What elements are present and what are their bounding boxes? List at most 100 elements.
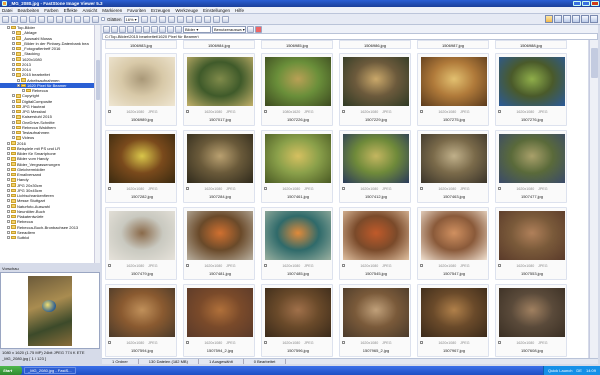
back-icon[interactable]	[11, 15, 18, 23]
thumbnail-tile[interactable]: 1620x1080 JPEG 1507479.jpg	[105, 207, 177, 280]
browser-view-icon[interactable]	[545, 15, 553, 23]
bird-photo[interactable]	[421, 288, 487, 337]
tree-item[interactable]: Sutblol	[0, 235, 99, 240]
preview-image[interactable]	[28, 275, 72, 346]
sort-icon[interactable]	[175, 25, 182, 33]
bird-photo[interactable]	[265, 57, 331, 106]
thumbnail-view-icon[interactable]	[554, 15, 562, 23]
smooth-checkbox[interactable]	[101, 17, 105, 21]
bird-photo[interactable]	[187, 134, 253, 183]
expand-icon[interactable]	[7, 209, 10, 213]
thumbnail-tile[interactable]: 1620x1080 JPEG 1507463.jpg	[417, 130, 489, 203]
close-button[interactable]	[591, 1, 599, 6]
rotate-left-icon[interactable]	[29, 15, 36, 23]
zoom-select[interactable]: 16% ▾	[123, 15, 139, 23]
expand-icon[interactable]	[7, 230, 10, 234]
refresh-icon[interactable]	[111, 25, 118, 33]
thumbnail-tile[interactable]: 1620x1080 JPEG 1507412.jpg	[339, 130, 411, 203]
expand-icon[interactable]	[17, 78, 20, 82]
layout-icon[interactable]	[581, 15, 589, 23]
expand-icon[interactable]	[7, 220, 10, 224]
print-icon[interactable]	[74, 15, 81, 23]
thumbnail-tile[interactable]: 1620x1080 JPEG 1506989.jpg	[105, 53, 177, 126]
expand-icon[interactable]	[7, 183, 10, 187]
expand-icon[interactable]	[12, 125, 15, 129]
menu-datei[interactable]: Datei	[2, 8, 13, 13]
menu-markieren[interactable]: Markieren	[102, 8, 122, 13]
thumbnail-tile[interactable]: 1506988.jpg	[495, 40, 567, 49]
thumbnail-tile[interactable]: 1506985.jpg	[261, 40, 333, 49]
bird-photo[interactable]	[343, 288, 409, 337]
user-filter-select[interactable]: Benutzerauswa ▾	[212, 25, 246, 33]
bird-photo[interactable]	[265, 134, 331, 183]
delete-icon[interactable]	[143, 25, 150, 33]
select-all-icon[interactable]	[159, 25, 166, 33]
bird-photo[interactable]	[499, 211, 565, 260]
expand-icon[interactable]	[12, 36, 15, 40]
resize-icon[interactable]	[167, 15, 175, 23]
copy-to-icon[interactable]	[127, 25, 134, 33]
expand-icon[interactable]	[12, 131, 15, 135]
language-indicator[interactable]: DE	[576, 368, 582, 373]
menu-farben[interactable]: Farben	[44, 8, 58, 13]
thumbnail-tile[interactable]: 1620x1080 JPEG 1507477.jpg	[495, 130, 567, 203]
thumbnail-tile[interactable]: 1506986.jpg	[339, 40, 411, 49]
slideshow-icon[interactable]	[56, 15, 63, 23]
taskbar-app[interactable]: _MG_2080.jpg - FastS...	[24, 367, 76, 374]
menu-effekte[interactable]: Effekte	[64, 8, 78, 13]
menu-einstellungen[interactable]: Einstellungen	[203, 8, 230, 13]
expand-icon[interactable]	[12, 47, 15, 51]
filter-select[interactable]: Bilder ▾	[183, 25, 211, 33]
rotate-right-icon[interactable]	[38, 15, 45, 23]
bird-photo[interactable]	[109, 288, 175, 337]
expand-icon[interactable]	[7, 141, 10, 145]
expand-icon[interactable]	[12, 136, 15, 140]
thumbnail-size-icon[interactable]	[167, 25, 174, 33]
expand-icon[interactable]	[7, 157, 10, 161]
thumbnail-tile[interactable]: 1620x1080 JPEG 1507284.jpg	[183, 130, 255, 203]
expand-icon[interactable]	[7, 194, 10, 198]
expand-icon[interactable]	[12, 52, 15, 56]
compare-icon[interactable]	[212, 15, 220, 23]
bird-photo[interactable]	[187, 211, 253, 260]
thumbnail-tile[interactable]: 1620x1080 JPEG 1507547.jpg	[417, 207, 489, 280]
thumbnail-tile[interactable]: 1620x1080 JPEG 1507282.jpg	[105, 130, 177, 203]
expand-icon[interactable]	[7, 188, 10, 192]
thumbnail-tile[interactable]: 1080x1620 JPEG 1507226.jpg	[261, 53, 333, 126]
tree-scrollbar[interactable]	[94, 25, 100, 263]
bird-photo[interactable]	[499, 134, 565, 183]
expand-icon[interactable]	[7, 204, 10, 208]
expand-icon[interactable]	[12, 41, 15, 45]
zoom-in-icon[interactable]	[83, 15, 90, 23]
crop-icon[interactable]	[158, 15, 166, 23]
thumbnail-tile[interactable]: 1620x1080 JPEG 1507229.jpg	[339, 53, 411, 126]
menu-bearbeiten[interactable]: Bearbeiten	[18, 8, 40, 13]
thumbnail-tile[interactable]: 1620x1080 JPEG 1507461.jpg	[261, 130, 333, 203]
thumbnail-tile[interactable]: 1620x1080 JPEG 1507967.jpg	[417, 284, 489, 357]
expand-icon[interactable]	[7, 26, 10, 30]
expand-icon[interactable]	[12, 94, 15, 98]
expand-icon[interactable]	[7, 178, 10, 182]
menu-ansicht[interactable]: Ansicht	[83, 8, 98, 13]
expand-icon[interactable]	[7, 236, 10, 240]
bird-photo[interactable]	[109, 134, 175, 183]
zoom-out-icon[interactable]	[92, 15, 99, 23]
thumbnail-tile[interactable]: 1620x1080 JPEG 1507596.jpg	[261, 284, 333, 357]
path-bar[interactable]: C:\Top-Bilder\2015 bearbeitet\1620 Pixel…	[102, 33, 598, 40]
apply-filter-icon[interactable]	[247, 25, 254, 33]
thumbnail-tile[interactable]: 1620x1080 JPEG 1507545.jpg	[339, 207, 411, 280]
bird-photo[interactable]	[265, 211, 331, 260]
bird-photo[interactable]	[109, 211, 175, 260]
thumbnail-tile[interactable]: 1506987.jpg	[417, 40, 489, 49]
bird-photo[interactable]	[421, 211, 487, 260]
bird-photo[interactable]	[343, 211, 409, 260]
thumbnail-tile[interactable]: 1620x1080 JPEG 1507275.jpg	[417, 53, 489, 126]
bird-photo[interactable]	[421, 57, 487, 106]
expand-icon[interactable]	[7, 199, 10, 203]
expand-icon[interactable]	[7, 152, 10, 156]
email-icon[interactable]	[65, 15, 72, 23]
expand-icon[interactable]	[7, 162, 10, 166]
quick-launch-label[interactable]: Quick Launch	[548, 368, 572, 373]
folder-up-icon[interactable]	[103, 25, 110, 33]
bird-photo[interactable]	[187, 288, 253, 337]
